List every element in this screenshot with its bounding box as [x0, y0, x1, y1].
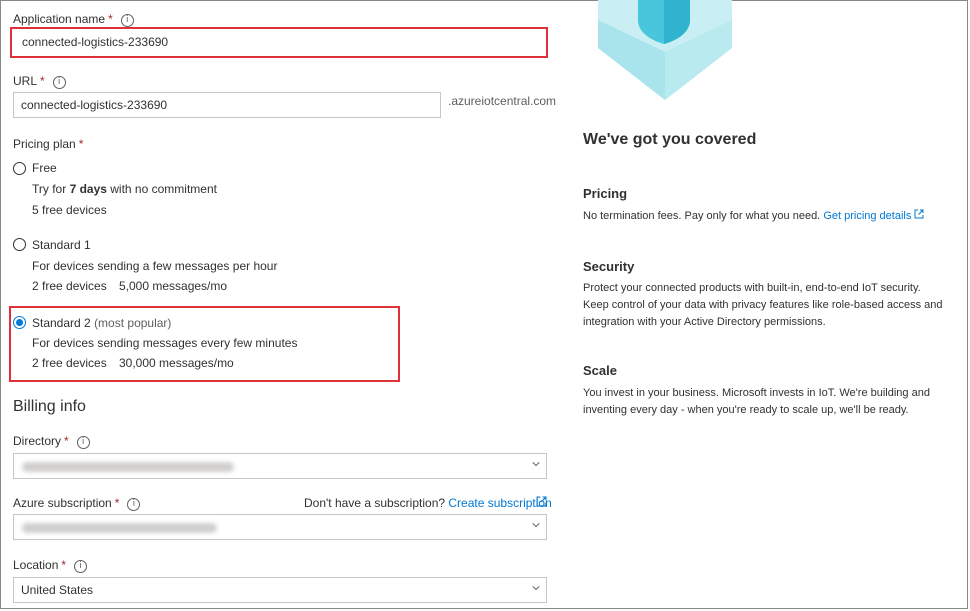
app-name-input[interactable]: connected-logistics-233690: [14, 31, 544, 54]
side-pricing-title: Pricing: [583, 186, 628, 201]
directory-select[interactable]: [13, 453, 547, 479]
plan-standard2-messages: 30,000 messages/mo: [119, 356, 234, 370]
info-icon[interactable]: i: [76, 436, 90, 449]
location-label: Location * i: [13, 558, 88, 573]
side-scale-text: You invest in your business. Microsoft i…: [583, 387, 930, 416]
info-icon[interactable]: i: [74, 560, 88, 573]
radio-free[interactable]: [13, 162, 26, 175]
side-security-title: Security: [583, 259, 635, 274]
plan-standard2-desc: For devices sending messages every few m…: [32, 336, 298, 350]
info-icon[interactable]: i: [52, 76, 66, 89]
external-link-icon[interactable]: [914, 209, 924, 219]
billing-heading: Billing info: [13, 398, 86, 415]
url-label: URL * i: [13, 74, 66, 89]
plan-free-name: Free: [32, 161, 57, 175]
side-scale-title: Scale: [583, 363, 617, 378]
redacted-value: [22, 462, 234, 472]
plan-standard1-devices: 2 free devices: [32, 279, 107, 293]
shield-illustration: [598, 0, 732, 100]
plan-standard2-devices: 2 free devices: [32, 356, 107, 370]
location-select[interactable]: United States: [13, 577, 547, 603]
no-subscription-text: Don't have a subscription? Create subscr…: [304, 496, 552, 510]
plan-standard1-name: Standard 1: [32, 238, 91, 252]
redacted-value: [22, 523, 217, 533]
side-security-text: Protect your connected products with bui…: [583, 282, 943, 328]
pricing-plan-label: Pricing plan *: [13, 137, 84, 151]
side-pricing-text: No termination fees. Pay only for what y…: [583, 208, 953, 225]
plan-free-devices: 5 free devices: [32, 203, 107, 217]
chevron-down-icon: [532, 586, 540, 591]
external-link-icon[interactable]: [536, 496, 547, 507]
plan-standard2-name: Standard 2 (most popular): [32, 316, 172, 330]
url-suffix: .azureiotcentral.com: [448, 94, 557, 108]
plan-free-desc: Try for 7 days with no commitment: [32, 182, 217, 196]
url-input[interactable]: connected-logistics-233690: [13, 92, 441, 118]
directory-label: Directory * i: [13, 434, 90, 449]
plan-standard1-messages: 5,000 messages/mo: [119, 279, 228, 293]
subscription-select[interactable]: [13, 514, 547, 540]
radio-standard-1[interactable]: [13, 238, 26, 251]
app-name-label: Application name * i: [13, 12, 134, 27]
side-heading: We've got you covered: [583, 131, 757, 148]
info-icon[interactable]: i: [120, 14, 134, 27]
chevron-down-icon: [532, 523, 540, 528]
pricing-details-link[interactable]: Get pricing details: [823, 210, 911, 222]
subscription-label: Azure subscription * i: [13, 496, 141, 511]
chevron-down-icon: [532, 462, 540, 467]
info-icon[interactable]: i: [127, 498, 141, 511]
radio-standard-2[interactable]: [13, 316, 26, 329]
plan-standard1-desc: For devices sending a few messages per h…: [32, 259, 278, 273]
